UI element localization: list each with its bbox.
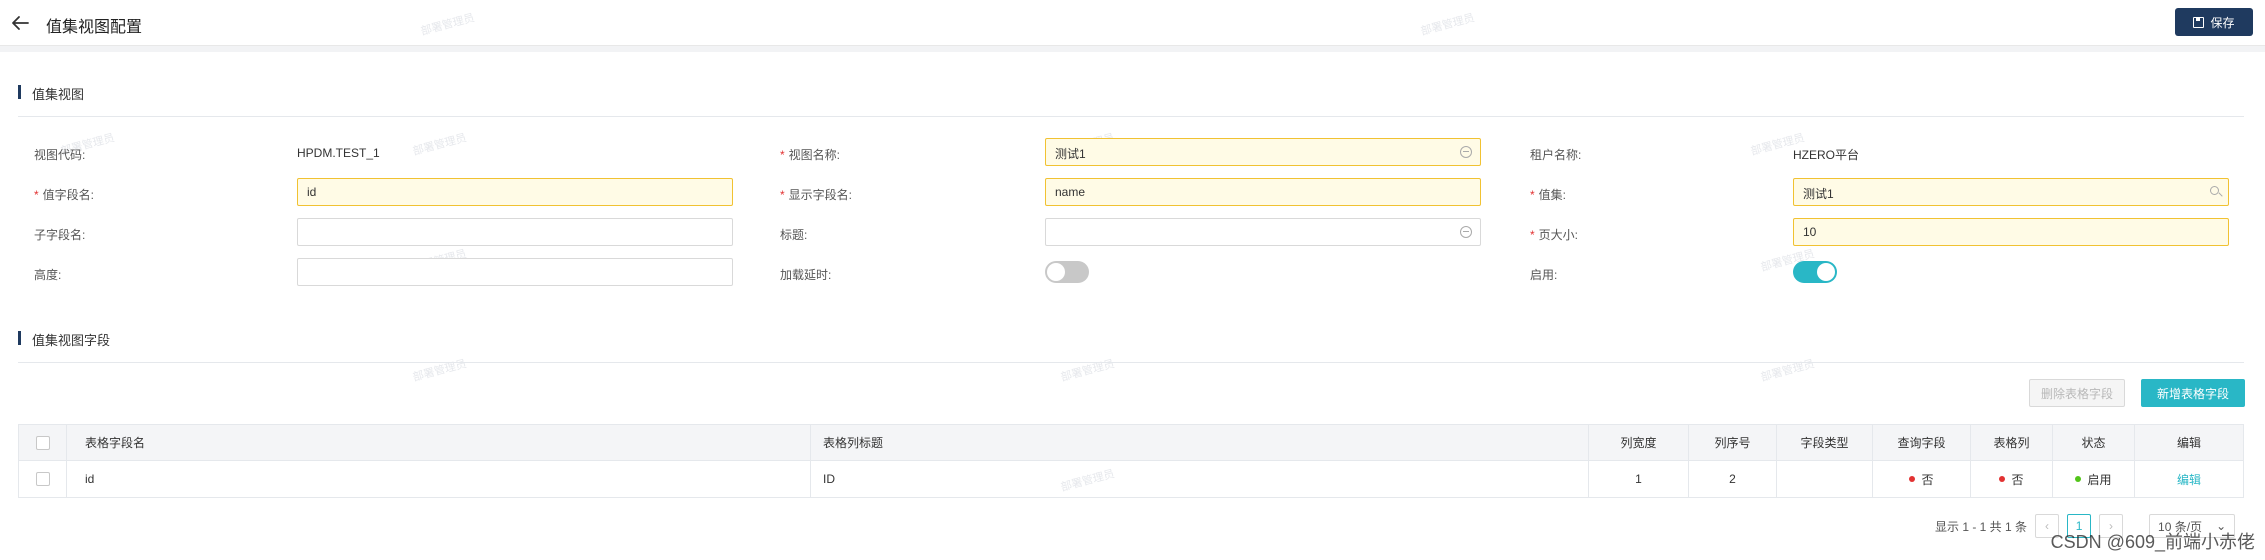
col-header-query[interactable]: 查询字段 <box>1873 425 1971 460</box>
csdn-watermark: CSDN @609_前端小赤佬 <box>2050 532 2255 552</box>
save-button-label: 保存 <box>2210 15 2235 30</box>
section-divider <box>18 116 2244 117</box>
view-name-value: 测试1 <box>1055 147 1086 161</box>
back-arrow-icon[interactable] <box>10 12 32 34</box>
col-header-type[interactable]: 字段类型 <box>1777 425 1873 460</box>
add-field-button[interactable]: 新增表格字段 <box>2141 379 2245 407</box>
toggle-knob <box>1047 263 1065 281</box>
cell-status-text: 启用 <box>2087 472 2112 487</box>
edit-link[interactable]: 编辑 <box>2177 471 2201 488</box>
toggle-knob <box>1817 263 1835 281</box>
tenant-label: 租户名称: <box>1530 148 1582 162</box>
watermark: 部署管理员 <box>411 132 468 158</box>
pagination-summary: 显示 1 - 1 共 1 条 <box>1935 519 2028 534</box>
value-field-label: * 值字段名: <box>34 186 94 203</box>
value-set-label: * 值集: <box>1530 186 1566 203</box>
display-field-label: * 显示字段名: <box>780 186 852 203</box>
col-header-edit: 编辑 <box>2176 436 2201 450</box>
cell-column: 否 <box>1971 461 2053 497</box>
cell-status: 启用 <box>2053 461 2135 497</box>
title-label: 标题: <box>780 228 808 242</box>
display-field-input[interactable]: name <box>1045 178 1481 206</box>
value-set-input[interactable]: 测试1 <box>1793 178 2229 206</box>
multilang-icon[interactable] <box>1460 146 1472 158</box>
required-mark: * <box>780 188 785 202</box>
section-title-value-set-view: 值集视图 <box>18 84 84 103</box>
view-name-label: * 视图名称: <box>780 146 840 163</box>
fields-table: 表格字段名 表格列标题 列宽度 列序号 字段类型 查询字段 表格列 状态 编辑 … <box>18 424 2244 498</box>
page-size-label: * 页大小: <box>1530 226 1578 243</box>
height-label: 高度: <box>34 268 62 282</box>
save-icon <box>2193 16 2205 28</box>
cell-field: id <box>67 461 811 497</box>
col-header-width[interactable]: 列宽度 <box>1589 425 1689 460</box>
height-input[interactable] <box>297 258 733 286</box>
col-header-status[interactable]: 状态 <box>2053 425 2135 460</box>
required-mark: * <box>780 148 785 162</box>
search-icon[interactable] <box>2210 186 2219 195</box>
watermark: 部署管理员 <box>411 358 468 384</box>
cell-order: 2 <box>1689 461 1777 497</box>
tenant-value: HZERO平台 <box>1793 148 1860 162</box>
child-field-label: 子字段名: <box>34 228 86 242</box>
multilang-icon[interactable] <box>1460 226 1472 238</box>
page-size-input[interactable]: 10 <box>1793 218 2229 246</box>
required-mark: * <box>1530 188 1535 202</box>
col-header-order[interactable]: 列序号 <box>1689 425 1777 460</box>
select-all-cell <box>19 425 67 460</box>
value-field-value: id <box>307 185 317 199</box>
table-header-row: 表格字段名 表格列标题 列宽度 列序号 字段类型 查询字段 表格列 状态 编辑 <box>19 425 2243 461</box>
display-field-value: name <box>1055 185 1086 199</box>
main-content: 部署管理员 部署管理员 部署管理员 部署管理员 部署管理员 部署管理员 部署管理… <box>0 12 2265 560</box>
required-mark: * <box>34 188 39 202</box>
status-dot-red <box>1999 476 2006 482</box>
page-size-label-text: 页大小: <box>1538 228 1579 242</box>
view-name-label-text: 视图名称: <box>788 148 841 162</box>
title-input[interactable] <box>1045 218 1481 246</box>
section-title-view-fields: 值集视图字段 <box>18 330 110 349</box>
watermark: 部署管理员 <box>1059 358 1116 384</box>
value-field-input[interactable]: id <box>297 178 733 206</box>
cell-title: ID <box>811 461 1589 497</box>
value-field-label-text: 值字段名: <box>42 188 95 202</box>
lazy-load-toggle[interactable] <box>1045 261 1089 283</box>
view-code-value: HPDM.TEST_1 <box>297 146 380 160</box>
row-select-cell <box>19 461 67 497</box>
delete-field-button[interactable]: 删除表格字段 <box>2029 379 2125 407</box>
value-set-label-text: 值集: <box>1538 188 1567 202</box>
display-field-label-text: 显示字段名: <box>788 188 853 202</box>
table-row: id ID 1 2 否 否 启用 编辑 <box>19 461 2243 497</box>
status-dot-green <box>2075 476 2082 482</box>
enabled-toggle[interactable] <box>1793 261 1837 283</box>
watermark: 部署管理员 <box>1759 358 1816 384</box>
value-set-value: 测试1 <box>1803 187 1834 201</box>
cell-edit: 编辑 <box>2135 461 2243 497</box>
col-header-title[interactable]: 表格列标题 <box>811 425 1589 460</box>
page-size-value: 10 <box>1803 225 1817 239</box>
select-all-checkbox[interactable] <box>35 435 50 450</box>
cell-query: 否 <box>1873 461 1971 497</box>
col-header-column[interactable]: 表格列 <box>1971 425 2053 460</box>
required-mark: * <box>1530 228 1535 242</box>
col-header-field[interactable]: 表格字段名 <box>67 425 811 460</box>
cell-column-text: 否 <box>2011 472 2024 487</box>
status-dot-red <box>1909 476 1916 482</box>
cell-query-text: 否 <box>1921 472 1934 487</box>
save-button[interactable]: 保存 <box>2175 8 2253 36</box>
row-checkbox[interactable] <box>35 472 50 486</box>
enabled-label: 启用: <box>1530 268 1558 282</box>
header-bar: 值集视图配置 保存 <box>0 0 2265 46</box>
view-name-input[interactable]: 测试1 <box>1045 138 1481 166</box>
lazy-load-label: 加载延时: <box>780 268 832 282</box>
section-divider <box>18 362 2244 363</box>
view-code-label: 视图代码: <box>34 148 86 162</box>
child-field-input[interactable] <box>297 218 733 246</box>
page-title: 值集视图配置 <box>46 19 143 36</box>
cell-width: 1 <box>1589 461 1689 497</box>
cell-type <box>1777 461 1873 497</box>
